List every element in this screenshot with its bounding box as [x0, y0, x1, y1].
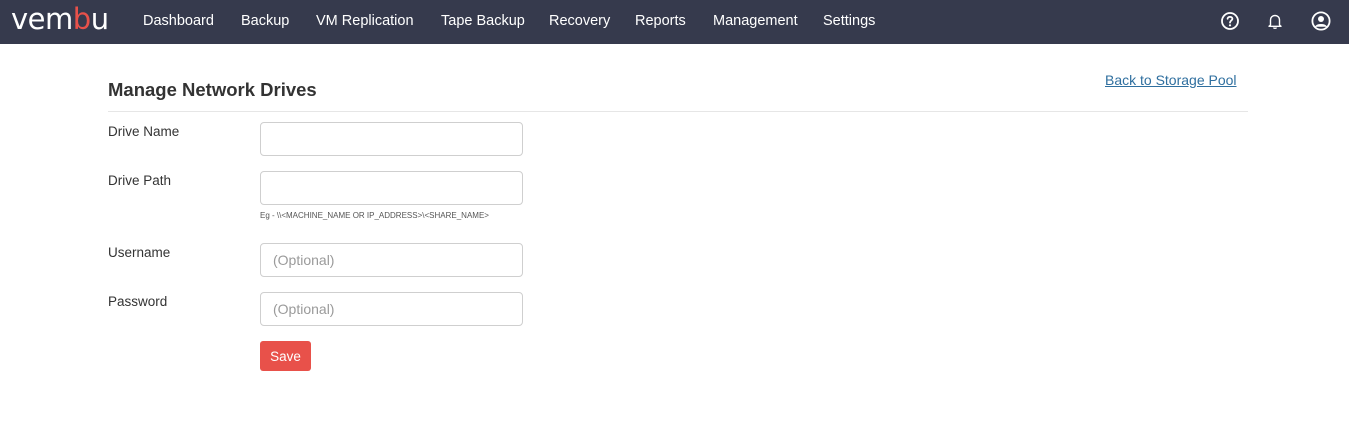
drive-path-label: Drive Path [108, 173, 172, 188]
nav-backup[interactable]: Backup [241, 12, 289, 30]
drive-name-input[interactable] [260, 122, 523, 156]
nav-recovery[interactable]: Recovery [549, 12, 610, 30]
user-avatar-icon[interactable] [1310, 10, 1332, 32]
bell-icon[interactable] [1264, 10, 1286, 32]
nav-settings[interactable]: Settings [823, 12, 875, 30]
logo-text-start: vem [11, 2, 73, 36]
top-navigation-bar: vembu Dashboard Backup VM Replication Ta… [0, 0, 1349, 44]
logo-text-end: u [90, 2, 109, 36]
nav-reports[interactable]: Reports [635, 12, 686, 30]
drive-path-hint: Eg - \\<MACHINE_NAME OR IP_ADDRESS>\<SHA… [260, 211, 489, 220]
help-icon[interactable] [1219, 10, 1241, 32]
password-input[interactable] [260, 292, 523, 326]
drive-name-label: Drive Name [108, 124, 180, 139]
page-title: Manage Network Drives [108, 79, 317, 100]
logo-text-accent: b [72, 2, 91, 36]
vembu-logo[interactable]: vembu [11, 4, 109, 34]
username-input[interactable] [260, 243, 523, 277]
save-button[interactable]: Save [260, 341, 311, 371]
drive-path-input[interactable] [260, 171, 523, 205]
nav-vm-replication[interactable]: VM Replication [316, 12, 414, 30]
username-label: Username [108, 245, 171, 260]
title-divider [108, 111, 1248, 112]
nav-dashboard[interactable]: Dashboard [143, 12, 214, 30]
password-label: Password [108, 294, 168, 309]
back-to-storage-pool-link[interactable]: Back to Storage Pool [1105, 71, 1237, 89]
nav-tape-backup[interactable]: Tape Backup [441, 12, 525, 30]
nav-management[interactable]: Management [713, 12, 798, 30]
